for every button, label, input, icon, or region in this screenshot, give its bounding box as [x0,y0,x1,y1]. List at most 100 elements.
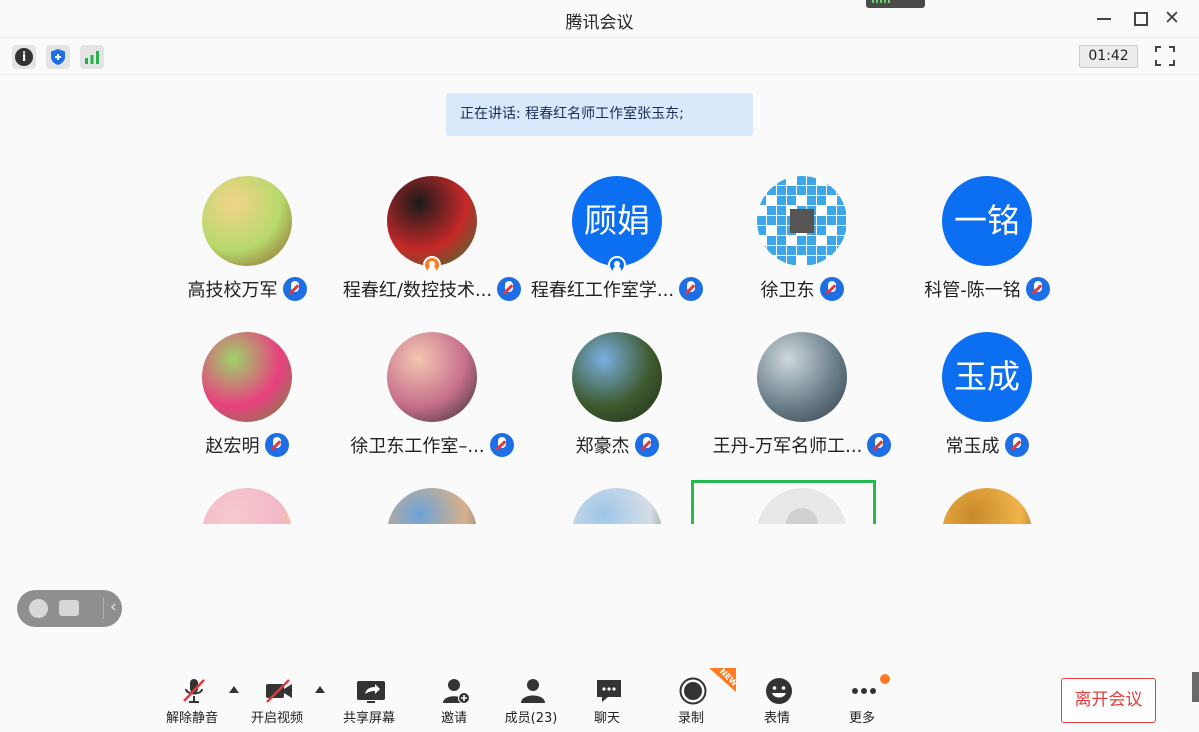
share-screen-label: 共享屏幕 [342,711,395,726]
avatar [572,488,662,524]
avatar: 顾娟 [572,176,662,266]
floating-reaction-bar[interactable]: ‹ [17,590,122,627]
chat-bubble-icon[interactable] [59,600,79,616]
record-icon [679,677,707,705]
participant-name: 常玉成 [945,436,1000,457]
members-icon [521,679,545,703]
avatar [757,332,847,422]
info-icon[interactable] [12,45,36,69]
invite-button[interactable]: 邀请 [419,674,489,726]
participant-name-row: 徐卫东 [710,276,894,302]
participant-tile[interactable]: 徐卫东 [710,176,894,332]
maximize-button[interactable] [1131,9,1149,27]
participant-tile[interactable]: 程春红/数控技术... [340,176,524,332]
participant-name: 赵宏明 [205,436,260,457]
mic-muted-icon [282,277,307,301]
mic-muted-icon [1025,277,1050,301]
participant-name: 高技校万军 [187,280,278,301]
leave-meeting-button[interactable]: 离开会议 [1061,678,1156,723]
participant-tile[interactable]: 顾娟程春红工作室学... [525,176,709,332]
participant-name-row: 赵宏明 [155,432,339,458]
share-screen-icon [357,681,385,703]
minimize-button[interactable] [1095,9,1113,27]
members-label: 成员(23) [504,711,558,726]
mic-muted-icon [679,277,704,301]
participant-name-row: 徐卫东工作室–... [340,432,524,458]
video-options-caret[interactable] [315,686,325,693]
drag-handle[interactable] [866,0,925,8]
participant-tile[interactable]: 赵宏明 [155,332,339,488]
collapse-arrow-icon[interactable]: ‹ [110,597,117,617]
avatar [387,488,477,524]
emoji-button[interactable]: 表情 [742,674,812,726]
share-screen-button[interactable]: 共享屏幕 [334,674,404,726]
avatar [757,176,847,266]
meeting-info-bar [0,38,1199,75]
avatar [942,488,1032,524]
fullscreen-icon[interactable] [1154,45,1176,67]
start-video-button[interactable]: 开启视频 [242,674,312,726]
avatar [202,332,292,422]
notification-dot [880,674,890,684]
avatar [202,176,292,266]
meeting-window: 腾讯会议 ✕ 01:42 正在讲话: 程春红名师工作室张玉东; 高技校万军 程春红… [0,0,1199,732]
close-button[interactable]: ✕ [1163,9,1181,28]
participant-name-row: 科管-陈一铭 [895,276,1075,302]
participant-tile[interactable]: 玉成 常玉成 [895,332,1075,488]
record-label: 录制 [677,711,704,726]
window-edge [1192,672,1199,702]
members-button[interactable]: 成员(23) [496,674,566,726]
participant-tile[interactable]: 徐卫东工作室–... [340,332,524,488]
mic-muted-icon [1004,433,1029,457]
chat-label: 聊天 [593,711,620,726]
participant-name: 王丹-万军名师工... [712,436,863,457]
camera-off-icon [266,679,292,703]
participant-tile[interactable]: 高技校万军 [155,176,339,332]
start-video-label: 开启视频 [250,711,303,726]
chat-button[interactable]: 聊天 [572,674,642,726]
participant-tile[interactable] [525,488,709,524]
window-title: 腾讯会议 [565,13,634,33]
title-bar: 腾讯会议 ✕ [0,0,1199,38]
avatar [387,176,477,266]
mic-muted-icon [264,433,289,457]
mic-muted-icon [819,277,844,301]
participant-tile[interactable]: 一铭科管-陈一铭 [895,176,1075,332]
participant-tile[interactable] [340,488,524,524]
participant-tile[interactable] [155,488,339,524]
speaking-banner: 正在讲话: 程春红名师工作室张玉东; [446,93,753,136]
participant-name-row: 高技校万军 [155,276,339,302]
participant-name: 科管-陈一铭 [924,280,1021,301]
participant-name-row: 常玉成 [895,432,1075,458]
signal-icon[interactable] [80,45,104,69]
avatar [202,488,292,524]
avatar [387,332,477,422]
record-button[interactable]: 录制 [656,674,726,726]
unmute-button[interactable]: 解除静音 [157,674,227,726]
participant-tile[interactable]: 郑豪杰 [525,332,709,488]
smiley-icon [766,678,792,704]
participant-name: 徐卫东工作室–... [350,436,485,457]
emoji-label: 表情 [763,711,790,726]
more-label: 更多 [848,711,875,726]
participant-name: 程春红工作室学... [530,280,675,301]
participant-name: 徐卫东 [760,280,815,301]
participant-tile[interactable] [895,488,1075,524]
mic-muted-icon [634,433,659,457]
mic-muted-icon [867,433,892,457]
invite-label: 邀请 [440,711,467,726]
shield-icon[interactable] [46,45,70,69]
avatar: 玉成 [942,332,1032,422]
participant-name: 程春红/数控技术... [342,280,493,301]
host-badge-icon [423,256,441,274]
emoji-icon[interactable] [29,599,48,618]
host-badge-icon [608,256,626,274]
participant-grid: 高技校万军 程春红/数控技术... 顾娟程春红工作室学... 徐卫东 一铭科管-陈一铭赵… [155,176,1075,524]
participant-name-row: 郑豪杰 [525,432,709,458]
audio-options-caret[interactable] [229,686,239,693]
active-speaker-frame [691,480,876,524]
meeting-timer: 01:42 [1079,45,1138,68]
control-bar: 解除静音 开启视频 共享屏幕 邀请 成员(23) 聊天 录制 表情 更多 [0,664,1199,732]
participant-tile[interactable]: 王丹-万军名师工... [710,332,894,488]
avatar: 一铭 [942,176,1032,266]
